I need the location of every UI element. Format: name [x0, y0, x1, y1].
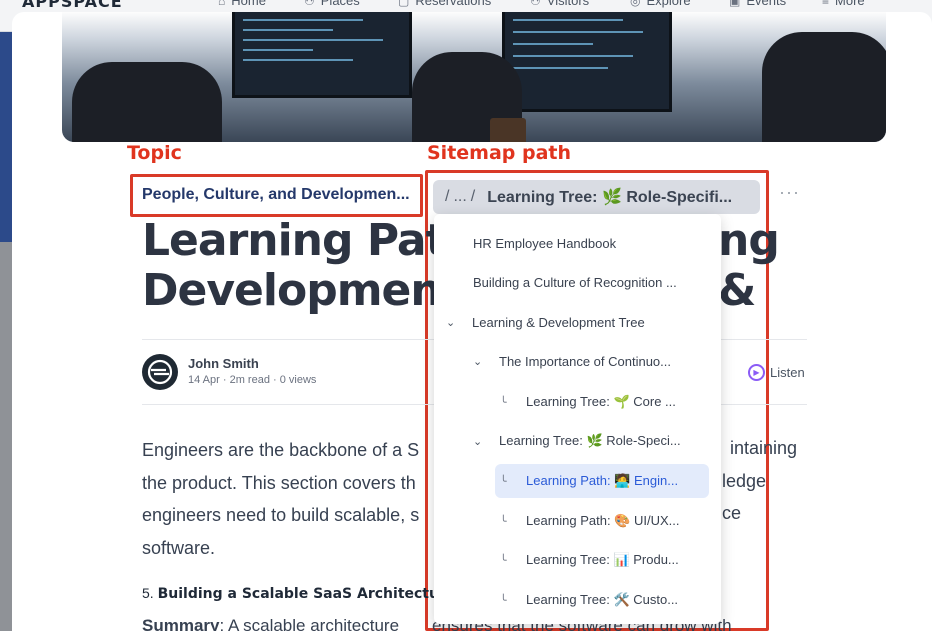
nav-item-label: More: [835, 0, 865, 8]
calendar-icon: ▢: [398, 0, 410, 8]
topic-annotation-label: Topic: [127, 142, 182, 164]
nav-item-label: Explore: [646, 0, 691, 8]
nav-item-more[interactable]: ≡ More: [822, 0, 865, 8]
tree-branch-icon: ╰: [500, 475, 507, 488]
chevron-down-icon[interactable]: ⌄: [446, 316, 462, 329]
nav-item-places[interactable]: ⚇ Places: [304, 0, 360, 8]
sitemap-item-label: Learning & Development Tree: [472, 314, 645, 330]
chevron-down-icon[interactable]: ⌄: [473, 355, 489, 368]
sitemap-item-label: Learning Tree: 🌱 Core ...: [526, 394, 676, 409]
article-meta: 14 Apr · 2m read · 0 views: [188, 374, 317, 386]
summary-text: : A scalable architecture: [219, 616, 400, 631]
sitemap-item[interactable]: Building a Culture of Recognition ...: [473, 265, 677, 299]
chevron-down-icon[interactable]: ⌄: [473, 435, 489, 448]
tree-branch-icon: ╰: [500, 396, 507, 409]
sitemap-item[interactable]: ╰ Learning Tree: 📊 Produ...: [500, 543, 679, 577]
breadcrumb-current[interactable]: Learning Tree: 🌿 Role-Specifi...: [487, 187, 732, 207]
sitemap-item[interactable]: ╰ Learning Tree: 🌱 Core ...: [500, 385, 676, 419]
nav-item-reservations[interactable]: ▢ Reservations: [398, 0, 491, 8]
sitemap-item[interactable]: ╰ Learning Tree: 🛠️ Custo...: [500, 583, 678, 617]
body-line-tail: ledge: [722, 471, 767, 491]
title-line-2: Development: [142, 265, 462, 316]
breadcrumb-ellipsis[interactable]: ...: [453, 188, 466, 206]
author-logo-icon: [147, 359, 173, 385]
nav-item-label: Home: [231, 0, 266, 8]
person-silhouette: [762, 32, 886, 142]
side-strip: [0, 32, 12, 242]
sitemap-item-label: The Importance of Continuo...: [499, 353, 671, 369]
tree-branch-icon: ╰: [500, 515, 507, 528]
sitemap-item-label: Learning Tree: 📊 Produ...: [526, 552, 679, 567]
sitemap-dropdown: HR Employee Handbook Building a Culture o…: [434, 214, 721, 624]
sitemap-item[interactable]: ╰ Learning Path: 🎨 UI/UX...: [500, 504, 679, 538]
nav-item-explore[interactable]: ◎ Explore: [630, 0, 691, 8]
visitors-icon: ⚇: [530, 0, 541, 8]
hero-image: [62, 12, 886, 142]
nav-item-visitors[interactable]: ⚇ Visitors: [530, 0, 589, 8]
sitemap-item-label: Learning Tree: 🛠️ Custo...: [526, 592, 679, 607]
coffee-cup: [490, 118, 526, 142]
sitemap-item-label: Building a Culture of Recognition ...: [473, 274, 677, 290]
sitemap-item[interactable]: ⌄ Learning Tree: 🌿 Role-Speci...: [473, 424, 681, 458]
sitemap-item-label: Learning Path: 🎨 UI/UX...: [526, 513, 680, 528]
compass-icon: ◎: [630, 0, 641, 8]
sitemap-item[interactable]: ⌄ The Importance of Continuo...: [473, 344, 671, 378]
people-icon: ⚇: [304, 0, 315, 8]
section-heading: 5. Building a Scalable SaaS Architecture: [142, 585, 455, 602]
body-line-tail: intaining: [730, 438, 798, 458]
listen-button[interactable]: ▶ Listen: [748, 364, 805, 381]
article-topic-link[interactable]: People, Culture, and Developmen...: [142, 186, 418, 204]
sitemap-annotation-label: Sitemap path: [427, 142, 572, 164]
section-title: Building a Scalable SaaS Architecture: [157, 586, 456, 602]
avatar[interactable]: [142, 354, 178, 390]
author-name[interactable]: John Smith: [188, 356, 259, 371]
menu-icon: ≡: [822, 0, 830, 8]
sitemap-item-label: Learning Path: 🧑‍💻 Engin...: [526, 473, 679, 488]
nav-item-label: Places: [320, 0, 360, 8]
tree-branch-icon: ╰: [500, 554, 507, 567]
breadcrumb-separator: /: [470, 188, 476, 205]
summary-label: Summary: [142, 616, 220, 631]
monitor-right: [502, 12, 672, 112]
play-icon: ▶: [748, 364, 765, 381]
nav-item-label: Events: [746, 0, 787, 8]
sitemap-item[interactable]: HR Employee Handbook: [473, 226, 616, 260]
person-silhouette: [72, 62, 222, 142]
nav-item-label: Visitors: [546, 0, 590, 8]
sitemap-item-label: Learning Tree: 🌿 Role-Speci...: [499, 433, 681, 448]
calendar-icon: ▣: [729, 0, 741, 8]
sitemap-item[interactable]: ⌄ Learning & Development Tree: [446, 305, 645, 339]
summary-line: Summary: A scalable architecture: [142, 616, 399, 631]
tree-branch-icon: ╰: [500, 594, 507, 607]
sitemap-breadcrumb[interactable]: / ... / Learning Tree: 🌿 Role-Specifi...: [433, 180, 760, 214]
home-icon: ⌂: [218, 0, 226, 8]
breadcrumb-separator: /: [445, 188, 450, 205]
nav-item-label: Reservations: [415, 0, 492, 8]
section-number: 5.: [142, 585, 154, 601]
listen-label: Listen: [770, 365, 805, 380]
sitemap-item-label: HR Employee Handbook: [473, 235, 617, 251]
sitemap-item-current[interactable]: ╰ Learning Path: 🧑‍💻 Engin...: [495, 464, 709, 498]
appspace-logo[interactable]: APPSPACE: [22, 0, 123, 11]
more-options-icon[interactable]: ···: [779, 182, 800, 203]
body-line-tail: ce: [722, 503, 742, 523]
title-line-1: Learning Path: [142, 215, 477, 266]
nav-item-events[interactable]: ▣ Events: [729, 0, 786, 8]
title-line-1-tail: ng &: [718, 215, 780, 316]
monitor-left: [232, 12, 412, 98]
nav-item-home[interactable]: ⌂ Home: [218, 0, 266, 8]
